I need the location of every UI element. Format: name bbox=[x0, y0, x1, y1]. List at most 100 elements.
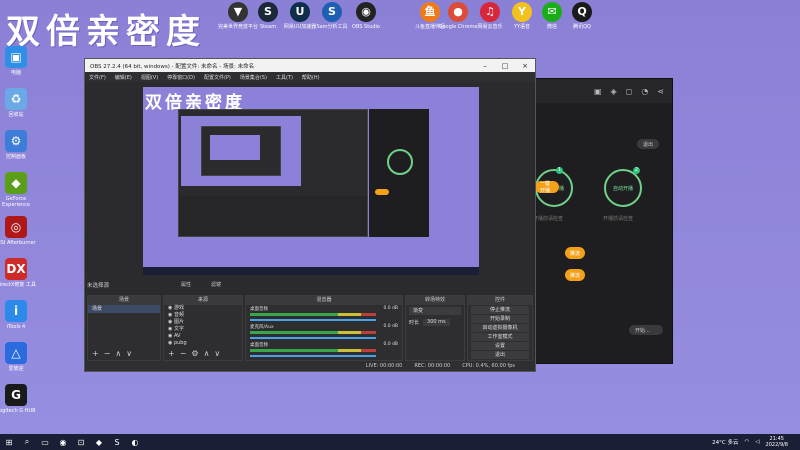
shield-icon[interactable]: ◈ bbox=[611, 87, 617, 96]
control-button[interactable]: 启动虚拟摄像机 bbox=[471, 324, 529, 332]
auto-live-ring[interactable]: 自动开播 bbox=[604, 169, 642, 207]
taskbar-app-icon[interactable]: ⌕ bbox=[18, 434, 36, 450]
track-meter-1 bbox=[250, 313, 376, 316]
source-item-label: AV bbox=[173, 333, 181, 339]
track-meter-2 bbox=[250, 331, 376, 334]
share-icon[interactable]: ⋖ bbox=[657, 87, 664, 96]
cpu-status: CPU: 0.4%, 60.00 fps bbox=[462, 363, 515, 369]
desktop-icon[interactable]: DX DirectX修复 工具 bbox=[0, 258, 36, 288]
start-button[interactable]: 开始... bbox=[629, 325, 663, 335]
track-label-3: 桌面音频 bbox=[250, 343, 268, 348]
app-icon: DX bbox=[5, 258, 27, 280]
control-button[interactable]: 开始录制 bbox=[471, 315, 529, 323]
source-item[interactable]: ◉ AV bbox=[164, 333, 242, 340]
desktop-icon[interactable]: ▣ 电脑 bbox=[0, 46, 36, 76]
control-button[interactable]: 工作室模式 bbox=[471, 333, 529, 341]
menu-item[interactable]: 停靠窗口(D) bbox=[167, 74, 195, 81]
desktop-icon[interactable]: ♻ 回收站 bbox=[0, 88, 36, 118]
track-slider-1[interactable] bbox=[250, 319, 376, 321]
clock[interactable]: 21:45 2022/9/8 bbox=[766, 436, 788, 448]
source-item-label: pubg bbox=[173, 340, 187, 346]
controls-dock: 控件 停止推流 开始录制 启动虚拟摄像机 工作室模式 设置 退出 bbox=[467, 295, 533, 361]
minimize-button[interactable]: – bbox=[475, 62, 495, 70]
desktop-icon[interactable]: ⚙ 控制面板 bbox=[0, 130, 36, 160]
scenes-toolbar[interactable]: +−∧∨ bbox=[92, 349, 137, 358]
app-icon: ✉ bbox=[542, 2, 562, 22]
track-db-1: 0.0 dB bbox=[383, 306, 398, 311]
transition-select[interactable]: 渐变 bbox=[409, 307, 461, 315]
taskbar-app-icon[interactable]: ◉ bbox=[54, 434, 72, 450]
taskbar-app-icon[interactable]: ⊡ bbox=[72, 434, 90, 450]
exit-button[interactable]: 退出 bbox=[637, 139, 660, 149]
control-button[interactable]: 停止推流 bbox=[471, 306, 529, 314]
source-item[interactable]: ◉ 文字 bbox=[164, 326, 242, 333]
source-item-label: 音频 bbox=[173, 312, 184, 318]
gift-icon[interactable]: ▣ bbox=[594, 87, 602, 96]
desktop-icon-label: 腾讯QQ bbox=[573, 24, 591, 30]
bell-icon[interactable]: ◔ bbox=[641, 87, 648, 96]
menu-item[interactable]: 编辑(E) bbox=[115, 74, 132, 81]
source-item[interactable]: ◉ 音频 bbox=[164, 312, 242, 319]
menu-item[interactable]: 帮助(H) bbox=[302, 74, 320, 81]
menu-item[interactable]: 场景集合(S) bbox=[240, 74, 267, 81]
source-item[interactable]: ◉ 游戏 bbox=[164, 305, 242, 312]
filters-button[interactable]: 滤镜 bbox=[211, 281, 221, 288]
desktop-icon-label: 回收站 bbox=[8, 112, 24, 118]
network-icon[interactable]: ◠ bbox=[744, 439, 749, 445]
control-button[interactable]: 设置 bbox=[471, 342, 529, 350]
source-item[interactable]: ◉ pubg bbox=[164, 340, 242, 347]
nested-pill bbox=[375, 189, 389, 195]
volume-icon[interactable]: ◁ bbox=[755, 439, 759, 445]
desktop-icon-label: DirectX修复 工具 bbox=[0, 282, 36, 288]
app-icon: ▣ bbox=[5, 46, 27, 68]
desktop-icon[interactable]: G Logitech G HUB bbox=[0, 384, 36, 414]
live-start-pill[interactable]: 一键开播 bbox=[535, 181, 559, 194]
desktop-icon[interactable]: ◆ GeForce Experience bbox=[0, 172, 36, 208]
app-icon: U bbox=[290, 2, 310, 22]
desktop-icon[interactable]: ◉ OBS Studio bbox=[346, 2, 386, 30]
track-slider-3[interactable] bbox=[250, 355, 376, 357]
close-button[interactable]: × bbox=[515, 62, 535, 70]
mixer-dock: 混音器 桌面音频 0.0 dB 麦克风/Aux 0.0 dB 桌面音频 0.0 … bbox=[245, 295, 403, 361]
desktop-icon-label: Logitech G HUB bbox=[0, 408, 36, 414]
obs-title: OBS 27.2.4 (64 bit, windows) - 配置文件: 未命名… bbox=[90, 63, 255, 70]
taskbar-app-icon[interactable]: ◆ bbox=[90, 434, 108, 450]
scenes-header: 场景 bbox=[88, 296, 160, 305]
desktop-icon-label: OBS Studio bbox=[352, 24, 380, 30]
desktop-icon[interactable]: ◎ MSI Afterburner bbox=[0, 216, 36, 246]
app-icon: ◆ bbox=[5, 172, 27, 194]
tshirt-icon[interactable]: ◻ bbox=[626, 87, 633, 96]
push-pill-2[interactable]: 推流 bbox=[565, 269, 586, 281]
track-slider-2[interactable] bbox=[250, 337, 376, 339]
duration-input[interactable]: 300 ms bbox=[423, 319, 450, 326]
menu-item[interactable]: 工具(T) bbox=[276, 74, 293, 81]
push-pill[interactable]: 推流 bbox=[565, 247, 586, 259]
source-item[interactable]: ◉ 图片 bbox=[164, 319, 242, 326]
track-db-3: 0.0 dB bbox=[383, 342, 398, 347]
desktop-icon[interactable]: i iTools 4 bbox=[0, 300, 36, 330]
desktop-icon-label: 电脑 bbox=[10, 70, 21, 76]
menu-item[interactable]: 视图(V) bbox=[141, 74, 158, 81]
obs-menubar: 文件(F) 编辑(E) 视图(V) 停靠窗口(D) 配置文件(P) 场景集合(S) 工具(T… bbox=[85, 72, 535, 82]
app-icon: S bbox=[258, 2, 278, 22]
menu-item[interactable]: 配置文件(P) bbox=[204, 74, 231, 81]
desktop-icon[interactable]: △ 爱彼迎 bbox=[0, 342, 36, 372]
taskbar-app-icon[interactable]: ⊞ bbox=[0, 434, 18, 450]
maximize-button[interactable]: □ bbox=[495, 62, 515, 70]
properties-button[interactable]: 属性 bbox=[181, 281, 191, 288]
control-button[interactable]: 退出 bbox=[471, 351, 529, 359]
taskbar-app-icon[interactable]: S bbox=[108, 434, 126, 450]
source-item-label: 游戏 bbox=[173, 305, 184, 311]
app-icon: ♻ bbox=[5, 88, 27, 110]
desktop-icon[interactable]: Q 腾讯QQ bbox=[562, 2, 602, 30]
app-icon: △ bbox=[5, 342, 27, 364]
taskbar-app-icon[interactable]: ▭ bbox=[36, 434, 54, 450]
obs-preview[interactable]: 双倍亲密度 bbox=[143, 87, 479, 275]
taskbar-app-icon[interactable]: ◐ bbox=[126, 434, 144, 450]
scene-item[interactable]: 场景 bbox=[88, 305, 160, 313]
transition-duration-row: 时长 300 ms bbox=[406, 317, 464, 328]
menu-item[interactable]: 文件(F) bbox=[89, 74, 106, 81]
weather-text[interactable]: 24°C 多云 bbox=[712, 438, 738, 446]
app-icon: Q bbox=[572, 2, 592, 22]
sources-toolbar[interactable]: +−⚙∧∨ bbox=[168, 349, 225, 358]
